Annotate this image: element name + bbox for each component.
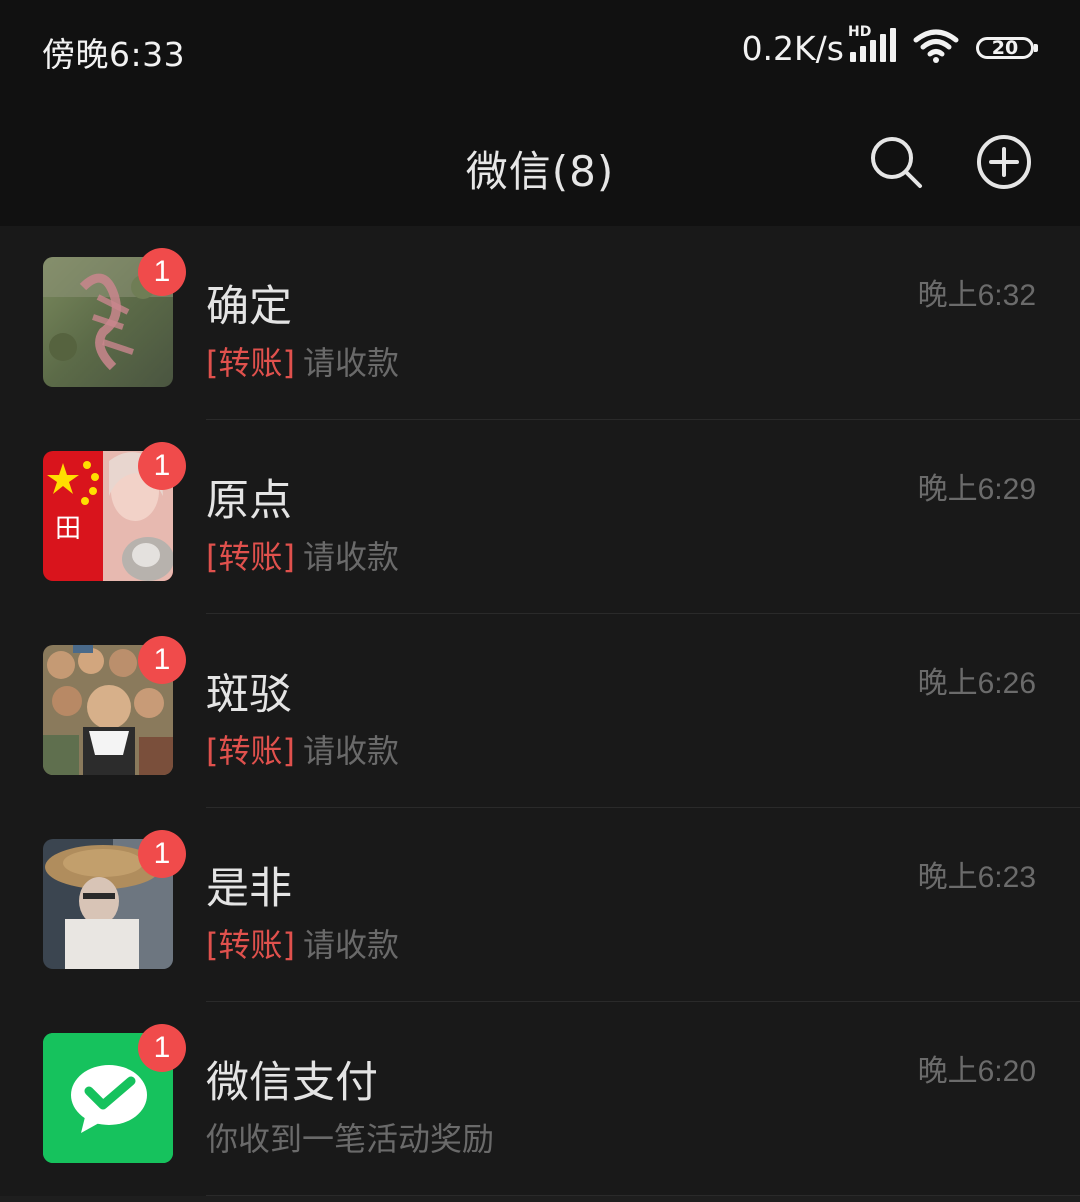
preview-text: 请收款: [302, 538, 399, 576]
chat-name: 原点: [206, 476, 292, 526]
chat-time: 晚上6:29: [917, 473, 1036, 506]
chat-preview: [转账] 请收款: [206, 532, 399, 578]
search-button[interactable]: [866, 132, 926, 192]
add-button[interactable]: [974, 132, 1034, 192]
chat-time: 晚上6:20: [917, 1055, 1036, 1088]
wifi-icon: [912, 28, 960, 68]
unread-badge: 1: [138, 442, 186, 490]
chat-item[interactable]: 田 1 原点 晚上6:29 [转账] 请收款: [0, 420, 1080, 614]
chat-name: 是非: [206, 864, 292, 914]
chat-preview: [转账] 请收款: [206, 920, 399, 966]
chat-preview: [转账] 请收款: [206, 338, 399, 384]
chat-time: 晚上6:23: [917, 861, 1036, 894]
unread-badge: 1: [138, 248, 186, 296]
chat-time: 晚上6:26: [917, 667, 1036, 700]
chat-list: 1 确定 晚上6:32 [转账] 请收款 田 1 原点 晚上6:29 [转账] …: [0, 226, 1080, 1196]
transfer-tag: [转账]: [206, 732, 295, 770]
svg-text:田: 田: [55, 514, 81, 544]
header-bar: 微信(8): [0, 100, 1080, 226]
battery-icon: 20: [976, 36, 1038, 59]
chat-item[interactable]: 1 微信支付 晚上6:20 你收到一笔活动奖励: [0, 1002, 1080, 1196]
transfer-tag: [转账]: [206, 926, 295, 964]
status-bar: 傍晚6:33 0.2K/s HD 20: [0, 0, 1080, 100]
preview-text: 你收到一笔活动奖励: [206, 1120, 495, 1158]
status-time: 傍晚6:33: [42, 35, 186, 74]
hd-label: HD: [848, 24, 872, 40]
unread-badge: 1: [138, 830, 186, 878]
chat-item[interactable]: 1 斑驳 晚上6:26 [转账] 请收款: [0, 614, 1080, 808]
chat-name: 斑驳: [206, 670, 292, 720]
battery-level: 20: [991, 36, 1019, 59]
preview-text: 请收款: [302, 926, 399, 964]
next-item-edge: [0, 1196, 1080, 1202]
unread-badge: 1: [138, 1024, 186, 1072]
chat-preview: [转账] 请收款: [206, 726, 399, 772]
search-icon: [871, 137, 922, 188]
chat-preview: 你收到一笔活动奖励: [206, 1114, 494, 1160]
plus-circle-icon: [977, 135, 1031, 189]
network-speed: 0.2K/s: [741, 28, 844, 68]
unread-badge: 1: [138, 636, 186, 684]
chat-item[interactable]: 1 确定 晚上6:32 [转账] 请收款: [0, 226, 1080, 420]
signal-icon: HD: [848, 24, 898, 68]
transfer-tag: [转账]: [206, 538, 295, 576]
chat-name: 微信支付: [206, 1058, 378, 1108]
chat-name: 确定: [206, 282, 292, 332]
chat-item[interactable]: 1 是非 晚上6:23 [转账] 请收款: [0, 808, 1080, 1002]
chat-time: 晚上6:32: [917, 279, 1036, 312]
transfer-tag: [转账]: [206, 344, 295, 382]
preview-text: 请收款: [302, 344, 399, 382]
preview-text: 请收款: [302, 732, 399, 770]
status-indicators: 0.2K/s HD 20: [741, 24, 1038, 70]
